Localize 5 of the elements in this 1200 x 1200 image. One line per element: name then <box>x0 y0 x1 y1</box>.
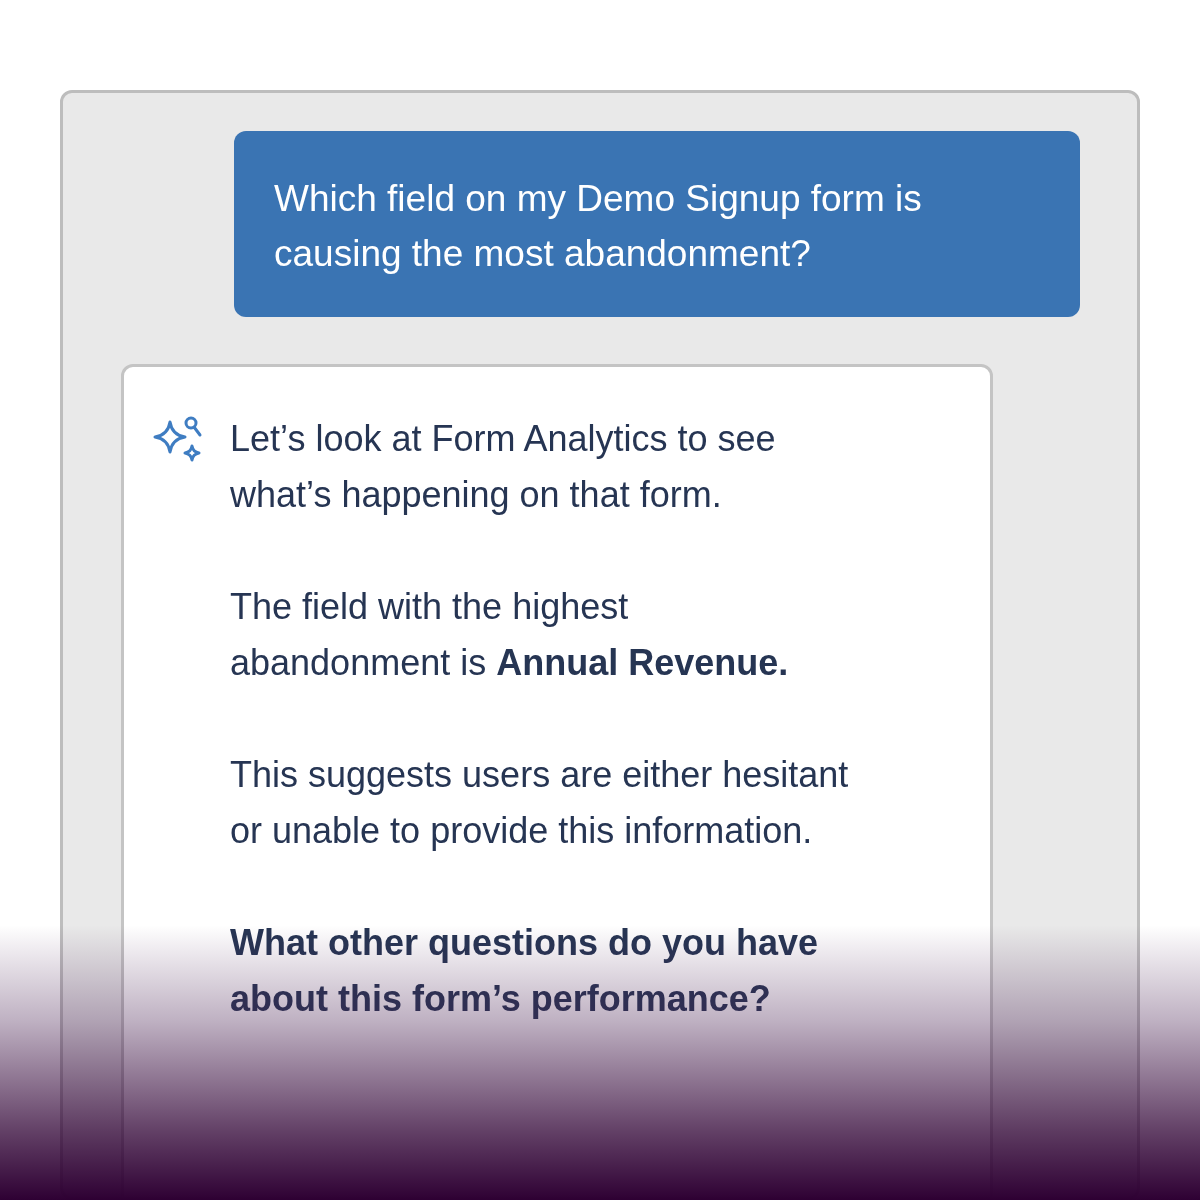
message-paragraph: Let’s look at Form Analytics to see what’s happening on that form. <box>230 417 777 517</box>
message-paragraph: What other questions do you have about this form’s performance? <box>230 921 820 1021</box>
user-message: Which field on my Demo Signup form is causing the most abandonment? <box>234 131 1080 317</box>
message-paragraph: The field with the highest abandonment is Annual Revenue. <box>230 585 790 685</box>
message-paragraph: This suggests users are either hesitant or unable to provide this information. <box>230 753 850 853</box>
